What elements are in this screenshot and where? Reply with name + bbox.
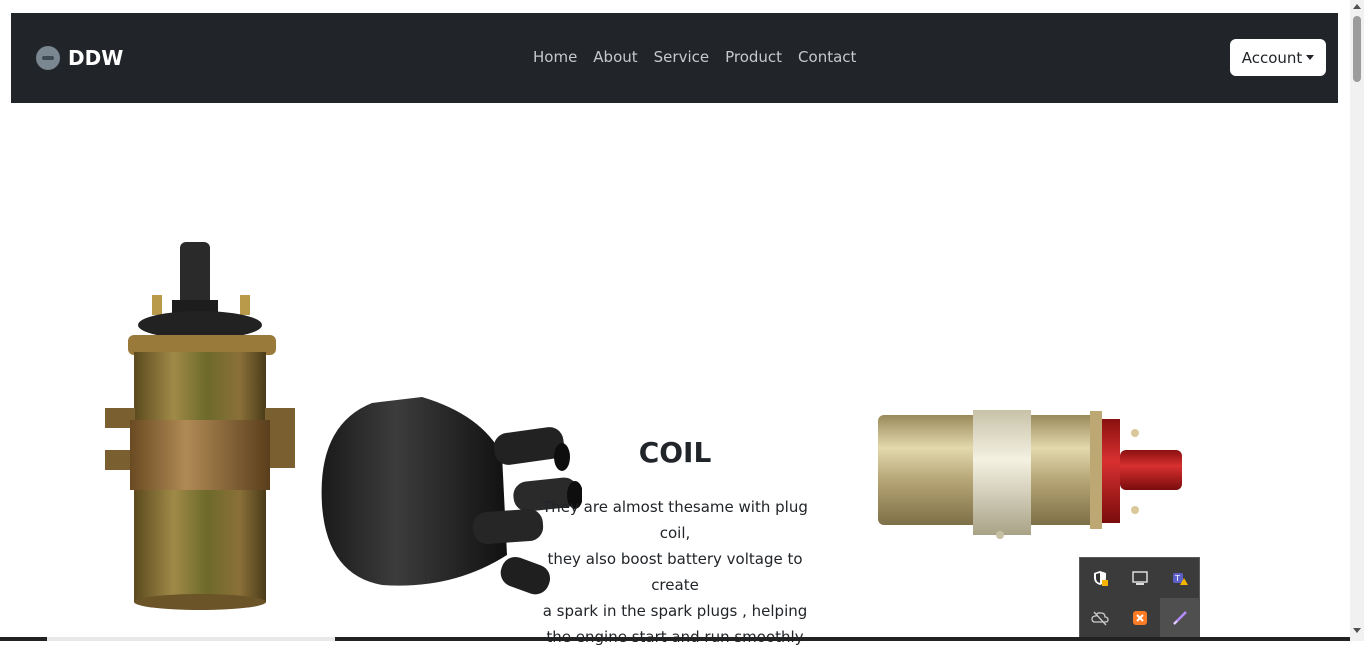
- hero-line: a spark in the spark plugs , helping: [542, 602, 808, 620]
- navbar: DDW Home About Service Product Contact A…: [11, 13, 1338, 103]
- system-tray-overflow: T: [1079, 557, 1200, 641]
- ignition-coil-image: [105, 242, 295, 610]
- brand-name: DDW: [68, 46, 124, 70]
- hero-line: They are almost thesame with plug coil,: [542, 498, 808, 542]
- cloud-off-icon[interactable]: [1080, 598, 1120, 638]
- hero-line: they also boost battery voltage to creat…: [547, 550, 803, 594]
- nav-home[interactable]: Home: [533, 48, 585, 66]
- windows-security-icon[interactable]: [1080, 558, 1120, 598]
- account-dropdown-button[interactable]: Account: [1230, 39, 1326, 76]
- nav-links: Home About Service Product Contact: [533, 48, 864, 66]
- brand[interactable]: DDW: [36, 46, 123, 70]
- nav-about[interactable]: About: [585, 48, 645, 66]
- teams-warning-icon[interactable]: T: [1160, 558, 1200, 598]
- hero-description: They are almost thesame with plug coil, …: [525, 494, 825, 650]
- scroll-up-arrow-icon[interactable]: [1353, 4, 1361, 9]
- scroll-thumb[interactable]: [1353, 16, 1361, 82]
- scroll-down-arrow-icon[interactable]: [1353, 628, 1361, 633]
- display-icon[interactable]: [1120, 558, 1160, 598]
- xampp-icon[interactable]: [1120, 598, 1160, 638]
- nav-product[interactable]: Product: [717, 48, 790, 66]
- nav-contact[interactable]: Contact: [790, 48, 864, 66]
- account-label: Account: [1241, 48, 1303, 67]
- hero-title: COIL: [638, 436, 712, 469]
- vertical-scrollbar[interactable]: [1350, 0, 1364, 641]
- brand-logo-icon: [36, 46, 60, 70]
- horizontal-coil-image: [878, 410, 1182, 539]
- pen-icon[interactable]: [1160, 598, 1200, 638]
- nav-service[interactable]: Service: [646, 48, 717, 66]
- taskbar-edge: [0, 637, 1350, 641]
- taskbar-segment: [47, 637, 335, 641]
- svg-text:T: T: [1174, 574, 1180, 583]
- caret-down-icon: [1306, 55, 1315, 60]
